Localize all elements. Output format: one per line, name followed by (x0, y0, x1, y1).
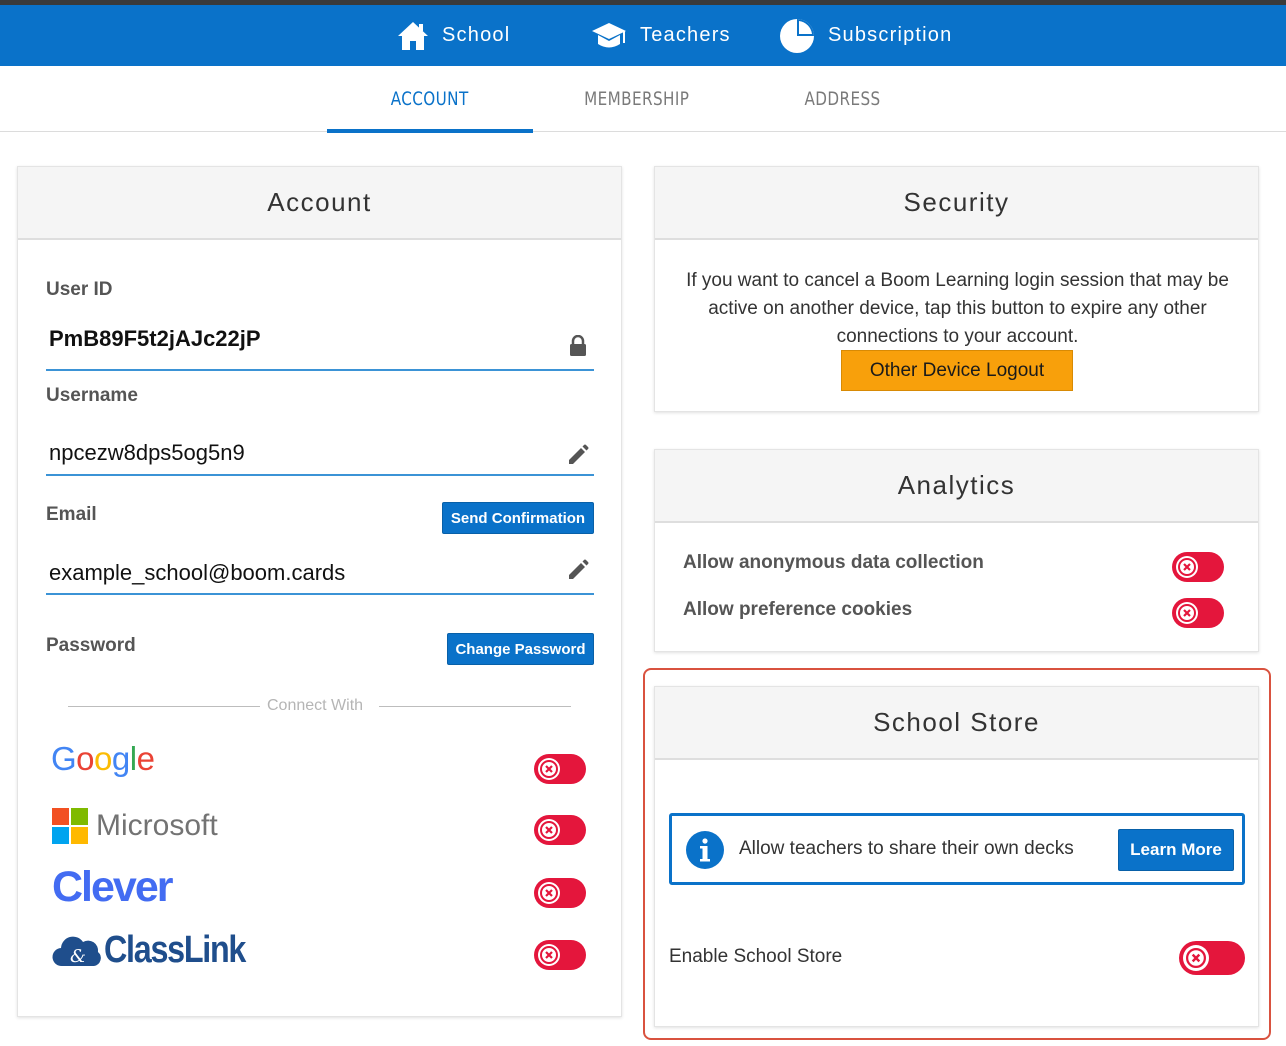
divider-left (68, 706, 260, 707)
user-id-label: User ID (46, 279, 113, 300)
lock-icon (570, 335, 586, 356)
pie-chart-icon (780, 18, 814, 53)
tab-membership[interactable]: MEMBERSHIP (534, 66, 740, 131)
nav-school[interactable]: School (396, 5, 510, 66)
close-icon (538, 882, 560, 904)
close-icon (538, 758, 560, 780)
tab-bar: ACCOUNT MEMBERSHIP ADDRESS (0, 66, 1286, 133)
graduation-cap-icon (592, 22, 626, 47)
analytics-panel: Analytics Allow anonymous data collectio… (654, 449, 1259, 652)
preference-cookies-toggle[interactable] (1172, 598, 1224, 628)
tab-account-label: ACCOUNT (391, 87, 469, 110)
account-panel: Account User ID PmB89F5t2jAJc22jP Userna… (17, 166, 622, 1017)
google-logo: Google (51, 740, 155, 777)
house-icon (398, 21, 428, 50)
microsoft-logo: Microsoft (52, 808, 218, 844)
security-description: If you want to cancel a Boom Learning lo… (686, 270, 1229, 347)
account-panel-title: Account (18, 167, 621, 240)
classlink-toggle[interactable] (534, 940, 586, 970)
nav-teachers-label: Teachers (640, 24, 731, 46)
close-icon (538, 944, 560, 966)
google-toggle[interactable] (534, 754, 586, 784)
email-underline (46, 593, 594, 595)
security-panel-title: Security (655, 167, 1258, 240)
change-password-button[interactable]: Change Password (447, 633, 594, 665)
close-icon (1176, 602, 1198, 624)
classlink-cloud-icon: & (52, 936, 101, 967)
classlink-logo: & ClassLink (52, 929, 270, 972)
anonymous-data-label: Allow anonymous data collection (683, 552, 984, 573)
analytics-panel-title: Analytics (655, 450, 1258, 523)
nav-subscription-label: Subscription (828, 24, 953, 46)
pencil-icon[interactable] (567, 559, 589, 581)
send-confirmation-button[interactable]: Send Confirmation (442, 502, 594, 534)
username-field[interactable]: npcezw8dps5og5n9 (49, 440, 245, 466)
clever-logo: Clever (52, 863, 173, 911)
nav-teachers[interactable]: Teachers (590, 5, 731, 66)
preference-cookies-label: Allow preference cookies (683, 599, 913, 620)
microsoft-windows-icon (52, 808, 88, 844)
username-underline (46, 474, 594, 476)
microsoft-label: Microsoft (96, 809, 218, 842)
svg-text:&: & (70, 946, 86, 967)
email-label: Email (46, 504, 97, 525)
pencil-icon[interactable] (567, 444, 589, 466)
microsoft-toggle[interactable] (534, 815, 586, 845)
nav-subscription[interactable]: Subscription (778, 5, 952, 66)
email-field[interactable]: example_school@boom.cards (49, 560, 345, 586)
other-device-logout-button[interactable]: Other Device Logout (841, 350, 1073, 391)
connect-with-label: Connect With (267, 697, 364, 714)
tab-membership-label: MEMBERSHIP (584, 87, 690, 110)
classlink-label: ClassLink (104, 929, 246, 971)
user-id-underline (46, 369, 594, 371)
security-panel: Security If you want to cancel a Boom Le… (654, 166, 1259, 412)
anonymous-data-toggle[interactable] (1172, 552, 1224, 582)
divider-right (379, 706, 571, 707)
top-nav-bar: School Teachers Subscription (0, 5, 1286, 66)
tab-account[interactable]: ACCOUNT (327, 66, 533, 133)
school-store-highlight (643, 668, 1271, 1040)
clever-toggle[interactable] (534, 878, 586, 908)
nav-school-label: School (442, 24, 511, 46)
user-id-value: PmB89F5t2jAJc22jP (49, 326, 261, 351)
username-label: Username (46, 385, 138, 406)
password-label: Password (46, 635, 136, 656)
tab-address[interactable]: ADDRESS (740, 66, 946, 131)
tab-address-label: ADDRESS (804, 87, 882, 110)
close-icon (538, 819, 560, 841)
close-icon (1176, 556, 1198, 578)
